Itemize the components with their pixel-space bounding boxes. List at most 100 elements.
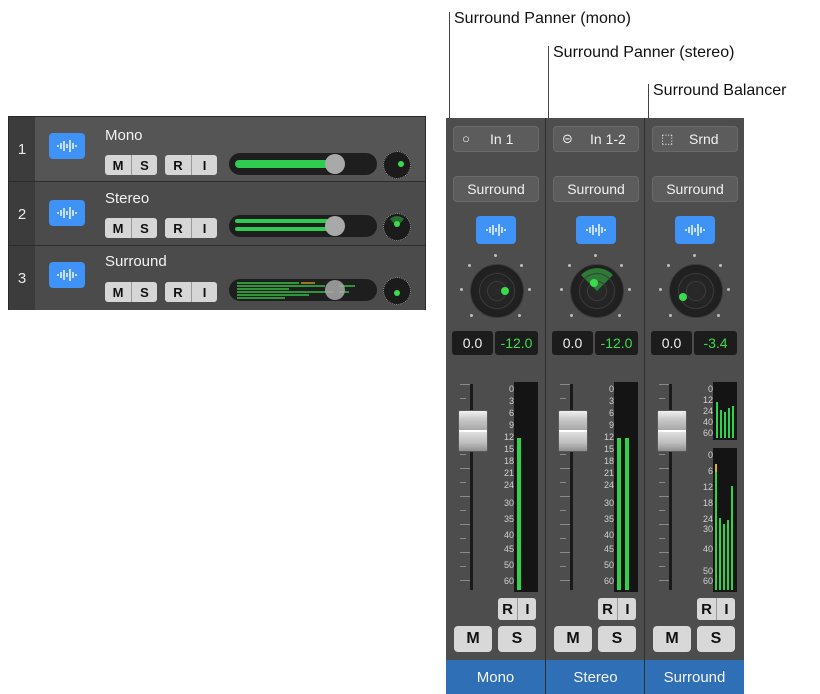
input-monitor-button[interactable]: I (192, 155, 217, 175)
record-input-group: R I (165, 155, 217, 175)
volume-slider[interactable] (229, 153, 377, 175)
meter-bar-left (617, 438, 621, 590)
channel-strip-surround: ⬚ Srnd Surround 0.0 -3.4 0 12 24 40 60 0… (644, 118, 744, 694)
input-slot[interactable]: ⬚ Srnd (652, 126, 738, 152)
solo-button[interactable]: S (498, 626, 536, 652)
volume-fader[interactable] (458, 410, 488, 452)
volume-slider[interactable] (229, 215, 377, 237)
surround-panner-mono[interactable] (470, 264, 524, 318)
level-meter (514, 382, 538, 592)
channel-name[interactable]: Surround (645, 660, 744, 694)
surround-pan-knob[interactable] (383, 213, 411, 241)
channel-name[interactable]: Mono (446, 660, 545, 694)
input-label: Srnd (689, 131, 719, 147)
channel-strip-mono: ○ In 1 Surround 0.0 -12.0 03 69 12 15 18… (446, 118, 545, 694)
waveform-icon[interactable] (675, 216, 715, 244)
surround-input-icon: ⬚ (661, 131, 674, 146)
pan-position-dot (398, 161, 404, 167)
record-enable-button[interactable]: R (165, 282, 191, 302)
solo-button[interactable]: S (697, 626, 735, 652)
volume-fill-left (235, 219, 333, 223)
mute-solo-group: M S (105, 218, 157, 238)
volume-thumb[interactable] (325, 216, 345, 236)
input-monitor-button[interactable]: I (192, 218, 217, 238)
mute-solo-group: M S (105, 155, 157, 175)
volume-thumb[interactable] (325, 280, 345, 300)
mute-button[interactable]: M (105, 218, 131, 238)
input-monitor-button[interactable]: I (192, 282, 217, 302)
callout-surround-panner-mono: Surround Panner (mono) (454, 10, 631, 27)
track-name: Stereo (105, 190, 150, 207)
track-row-mono[interactable]: 1 Mono M S R I (9, 117, 425, 181)
multichannel-level-bars (237, 282, 355, 299)
solo-button[interactable]: S (132, 218, 157, 238)
track-name: Mono (105, 127, 143, 144)
input-label: In 1 (490, 131, 514, 147)
record-input-group: R I (697, 598, 735, 620)
record-enable-button[interactable]: R (598, 598, 617, 620)
record-enable-button[interactable]: R (498, 598, 517, 620)
mute-button[interactable]: M (554, 626, 592, 652)
track-name: Surround (105, 253, 167, 270)
meter-scale-bottom: 06 12 18 24 30 40 50 60 (702, 450, 713, 586)
solo-button[interactable]: S (132, 282, 157, 302)
stereo-input-icon: ⊝ (562, 131, 573, 146)
volume-slider[interactable] (229, 279, 377, 301)
output-slot[interactable]: Surround (652, 176, 738, 202)
input-monitor-button[interactable]: I (717, 598, 736, 620)
solo-button[interactable]: S (132, 155, 157, 175)
channel-name[interactable]: Stereo (546, 660, 645, 694)
mute-button[interactable]: M (454, 626, 492, 652)
mute-button[interactable]: M (105, 282, 131, 302)
gain-value-display[interactable]: -12.0 (495, 331, 538, 355)
track-row-surround[interactable]: 3 Surround M S R I (9, 245, 425, 310)
record-input-group: R I (165, 282, 217, 302)
record-enable-button[interactable]: R (165, 155, 191, 175)
record-enable-button[interactable]: R (697, 598, 716, 620)
pan-position-dot (501, 287, 509, 295)
mute-button[interactable]: M (105, 155, 131, 175)
pan-value-display[interactable]: 0.0 (651, 331, 692, 355)
mono-input-icon: ○ (462, 131, 470, 146)
track-number: 2 (9, 182, 35, 246)
surround-pan-knob[interactable] (383, 151, 411, 179)
record-enable-button[interactable]: R (165, 218, 191, 238)
pan-value-display[interactable]: 0.0 (452, 331, 493, 355)
waveform-icon[interactable] (49, 200, 85, 226)
callout-surround-panner-stereo: Surround Panner (stereo) (553, 44, 735, 61)
waveform-icon[interactable] (49, 262, 85, 288)
callout-surround-balancer: Surround Balancer (653, 82, 787, 99)
meter-bar-right (625, 438, 629, 590)
channel-strip-stereo: ⊝ In 1-2 Surround 0.0 -12.0 03 69 12 15 … (545, 118, 645, 694)
mute-solo-group: M S (105, 282, 157, 302)
volume-thumb[interactable] (325, 154, 345, 174)
pan-value-display[interactable]: 0.0 (552, 331, 593, 355)
track-header-list: 1 Mono M S R I 2 Stereo M S R I 3 Surrou… (8, 116, 426, 310)
level-meter-top (713, 382, 737, 440)
gain-value-display[interactable]: -12.0 (595, 331, 638, 355)
waveform-icon[interactable] (576, 216, 616, 244)
gain-value-display[interactable]: -3.4 (694, 331, 737, 355)
volume-fader[interactable] (657, 410, 687, 452)
meter-scale: 03 69 12 15 18 21 24 30 35 40 45 50 60 (603, 384, 614, 586)
track-row-stereo[interactable]: 2 Stereo M S R I (9, 181, 425, 246)
output-slot[interactable]: Surround (453, 176, 539, 202)
waveform-icon[interactable] (49, 133, 85, 159)
record-input-group: R I (498, 598, 536, 620)
surround-balance-knob[interactable] (383, 277, 411, 305)
surround-balancer[interactable] (669, 264, 723, 318)
input-slot[interactable]: ⊝ In 1-2 (553, 126, 639, 152)
mixer: ○ In 1 Surround 0.0 -12.0 03 69 12 15 18… (446, 118, 744, 694)
volume-fader[interactable] (558, 410, 588, 452)
input-slot[interactable]: ○ In 1 (453, 126, 539, 152)
output-slot[interactable]: Surround (553, 176, 639, 202)
input-monitor-button[interactable]: I (618, 598, 637, 620)
mute-button[interactable]: M (653, 626, 691, 652)
input-monitor-button[interactable]: I (518, 598, 537, 620)
track-number: 3 (9, 246, 35, 310)
solo-button[interactable]: S (598, 626, 636, 652)
waveform-icon[interactable] (476, 216, 516, 244)
record-input-group: R I (598, 598, 636, 620)
level-meter-bottom (713, 448, 737, 592)
surround-panner-stereo[interactable] (570, 264, 624, 318)
